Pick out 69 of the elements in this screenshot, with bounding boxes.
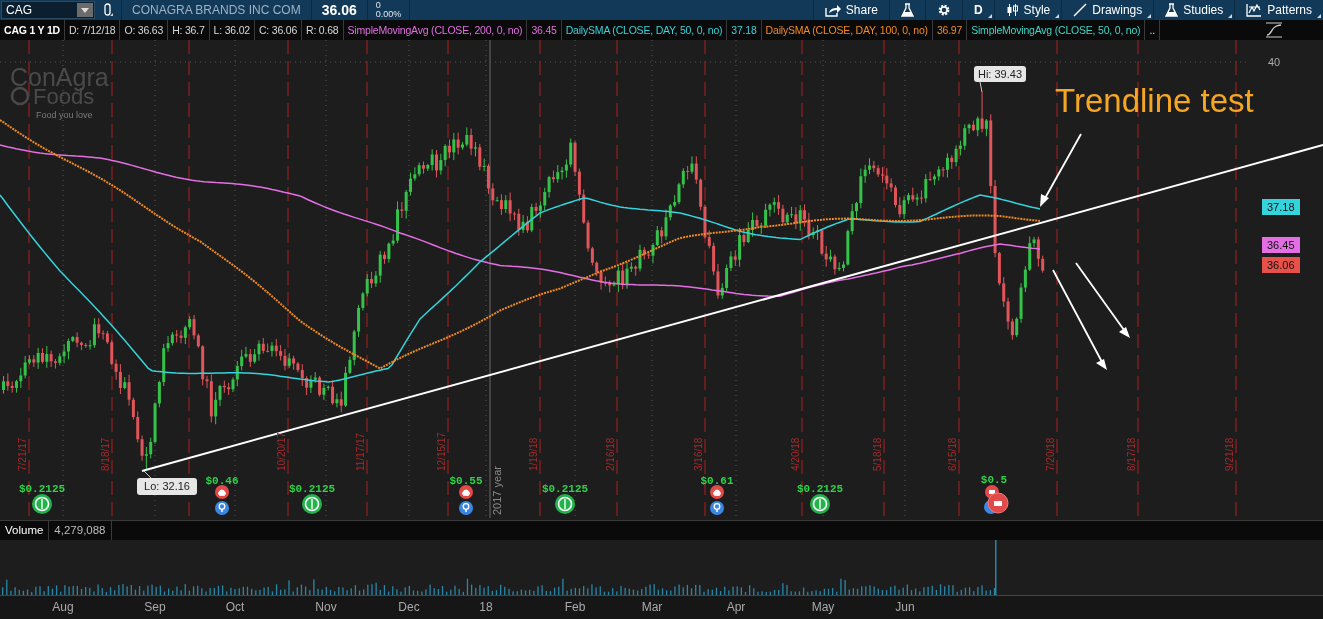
link-icon[interactable] <box>103 3 113 17</box>
month-label: May <box>811 600 835 614</box>
month-label: 18 <box>479 600 493 614</box>
month-label: Jun <box>895 600 915 614</box>
month-label: Aug <box>52 600 74 614</box>
price-badge-text: 36.45 <box>1267 239 1295 251</box>
date-label: 8/18/17 <box>100 437 111 471</box>
month-label: Nov <box>315 600 337 614</box>
year-label: 2017 year <box>491 466 503 515</box>
coin-icon[interactable] <box>810 494 830 514</box>
volume-label: Volume <box>0 521 50 540</box>
coin-icon[interactable] <box>32 494 52 514</box>
date-label: 4/20/18 <box>790 437 801 471</box>
earnings-amount: $0.5 <box>980 474 1008 486</box>
phone-icon[interactable] <box>459 485 473 499</box>
bulb-icon[interactable] <box>710 501 724 515</box>
earnings-amount: $0.61 <box>700 475 734 487</box>
annotation-text: Trendline test <box>1055 82 1254 119</box>
dividend-amount: $0.2125 <box>541 483 589 495</box>
axis-label: 40 <box>1268 56 1281 68</box>
low-label: Lo: 32.16 <box>137 478 197 495</box>
share-icon <box>824 3 841 17</box>
earnings-amount: $0.46 <box>205 475 239 487</box>
symbol-field[interactable]: CAG <box>1 1 95 19</box>
flask-icon <box>1165 3 1179 17</box>
date-label: 2/16/18 <box>605 437 616 471</box>
net-change: 0 <box>375 1 382 10</box>
date-label: 6/15/18 <box>947 437 958 471</box>
curve-icon[interactable] <box>1265 22 1283 38</box>
dividend-amount: $0.2125 <box>288 483 336 495</box>
date-label: 11/17/17 <box>355 432 366 471</box>
earnings-amount: $0.55 <box>449 475 483 487</box>
event-icons-drawing[interactable] <box>984 485 1009 514</box>
date-label: 3/16/18 <box>693 437 704 471</box>
date-label: 1/19/18 <box>528 437 539 471</box>
high-label: Hi: 39.43 <box>974 66 1026 82</box>
date-label: 12/15/17 <box>436 432 447 471</box>
date-label: 9/21/18 <box>1224 437 1235 471</box>
percent-change: 0.00% <box>375 10 402 19</box>
bulb-icon[interactable] <box>215 501 229 515</box>
price-badge-text: 37.18 <box>1267 201 1295 213</box>
dropdown-icon <box>81 7 89 13</box>
volume-value: 4,279,088 <box>49 521 112 540</box>
leader-line <box>979 81 983 93</box>
date-label: 7/21/17 <box>17 437 28 471</box>
phone-icon[interactable] <box>215 485 229 499</box>
phone-icon[interactable] <box>710 485 724 499</box>
date-label: 10/20/17 <box>276 432 287 471</box>
coin-icon[interactable] <box>555 494 575 514</box>
month-label: Apr <box>726 600 746 614</box>
dividend-amount: $0.2125 <box>18 483 66 495</box>
date-label: 8/17/18 <box>1126 437 1137 471</box>
date-label: 5/18/18 <box>872 437 883 471</box>
price-badge-text: 36.06 <box>1267 259 1295 271</box>
month-label: Oct <box>225 600 245 614</box>
bulb-icon[interactable] <box>459 501 473 515</box>
logo-tagline: Food you love <box>36 110 93 120</box>
line-tool-icon <box>1073 3 1088 17</box>
date-label: 7/20/18 <box>1045 437 1056 471</box>
coin-icon[interactable] <box>302 494 322 514</box>
settings-icon <box>936 3 951 17</box>
pattern-icon <box>1246 3 1263 17</box>
dividend-amount: $0.2125 <box>796 483 844 495</box>
month-label: Mar <box>641 600 663 614</box>
month-label: Dec <box>398 600 420 614</box>
month-label: Feb <box>564 600 586 614</box>
candlestick-icon <box>1005 3 1019 17</box>
month-label: Sep <box>144 600 166 614</box>
flask-icon <box>900 3 914 17</box>
